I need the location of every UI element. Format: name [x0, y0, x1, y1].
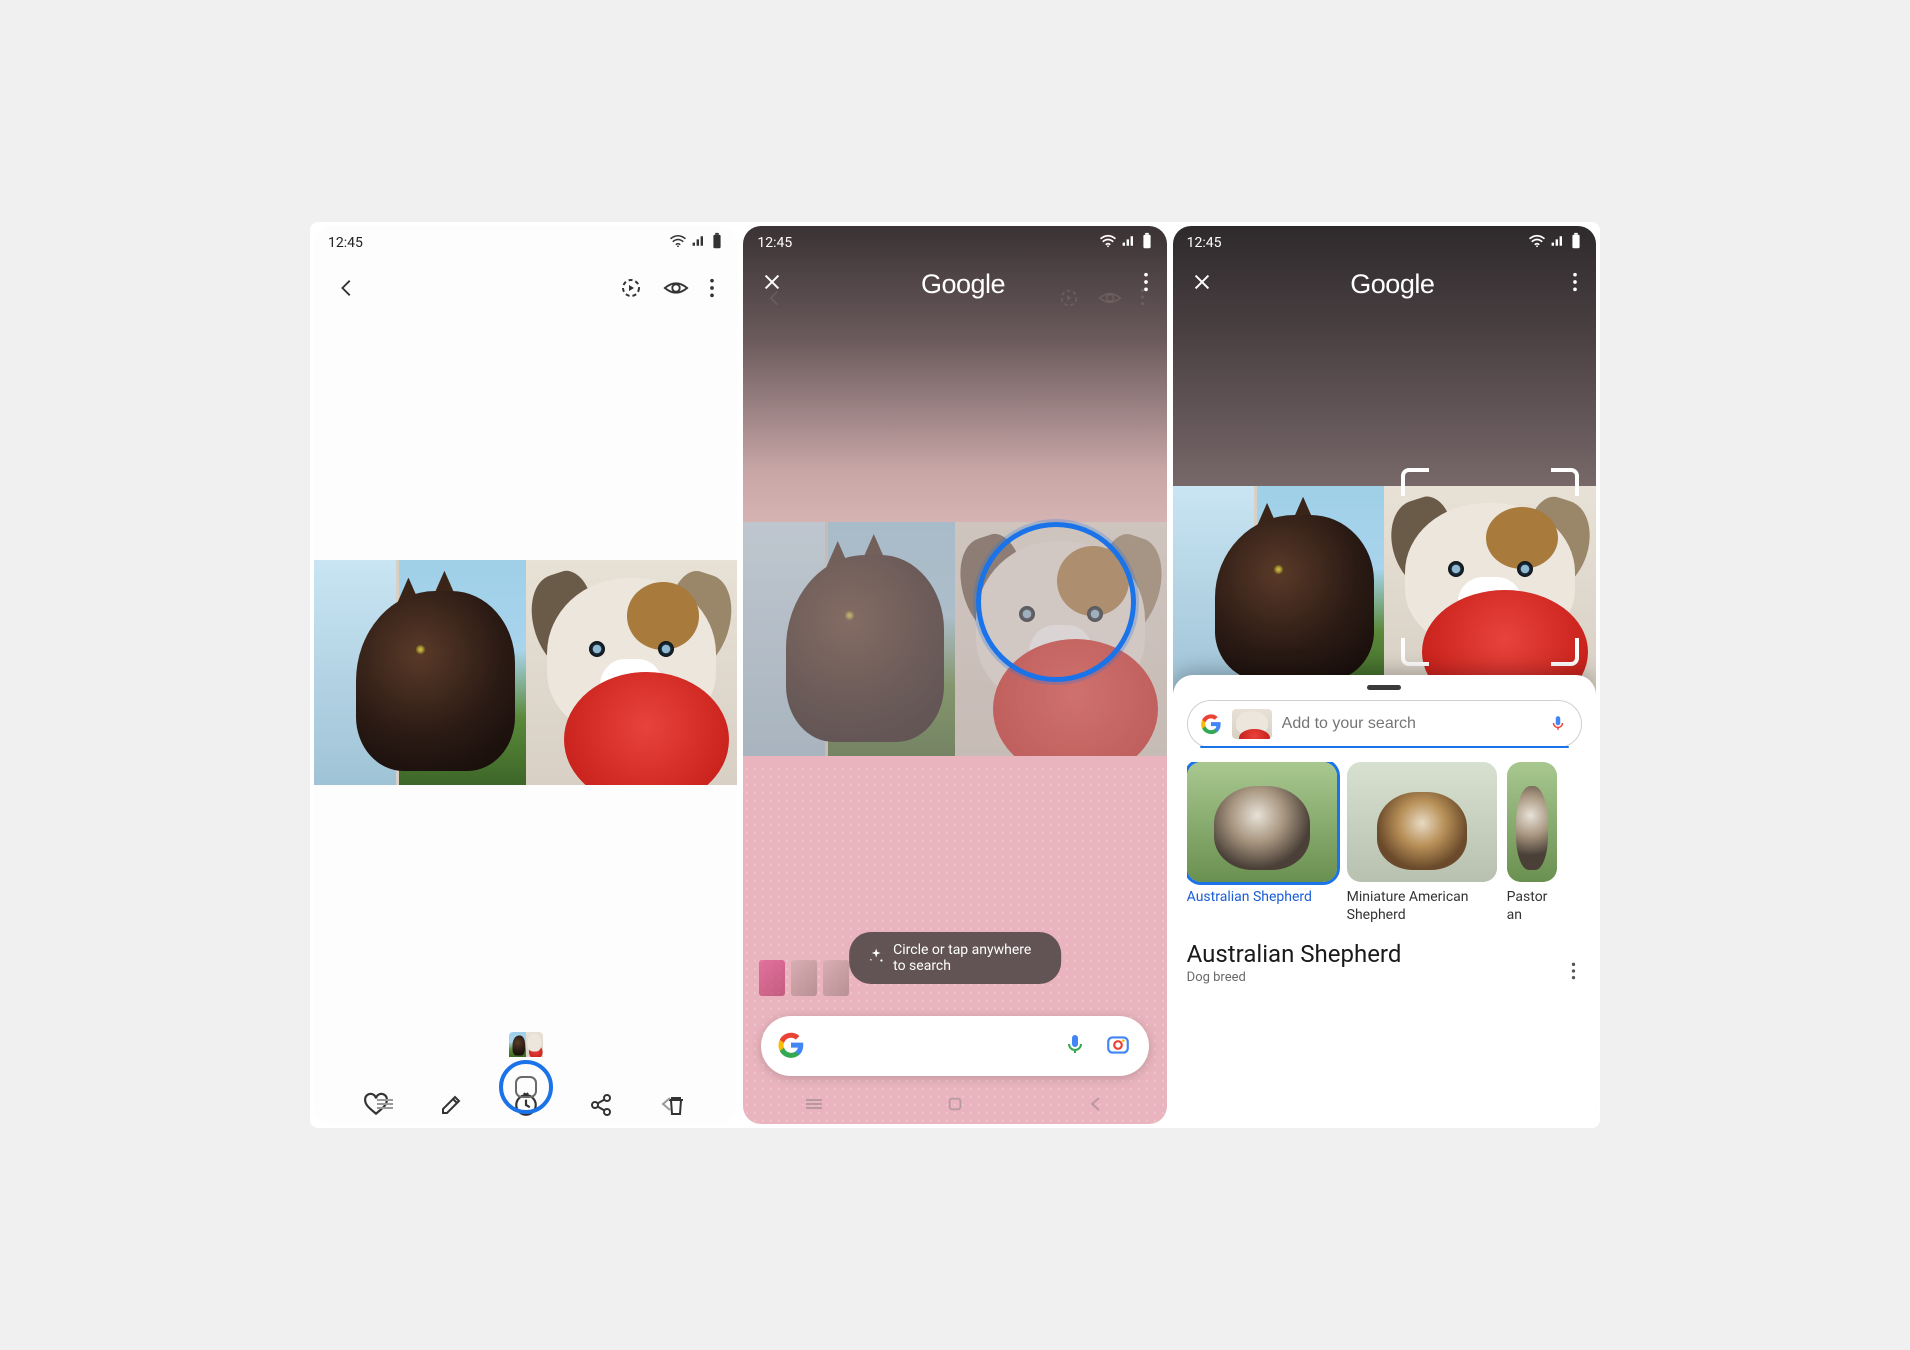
mic-icon[interactable] [1549, 714, 1569, 734]
nav-back-icon[interactable] [1081, 1096, 1111, 1112]
motion-photo-icon[interactable] [619, 276, 643, 304]
panel-search-results: 12:45 Google [1173, 226, 1596, 1124]
knowledge-panel-header[interactable]: Australian Shepherd Dog breed [1187, 940, 1582, 985]
status-time: 12:45 [328, 235, 363, 251]
signal-icon [691, 234, 707, 252]
battery-icon [711, 232, 723, 254]
signal-icon [1550, 234, 1566, 252]
nav-gesture-bar [743, 1088, 1166, 1120]
photo-viewport[interactable] [314, 320, 737, 1024]
crop-frame[interactable] [1401, 468, 1579, 666]
hint-text: Circle or tap anywhere to search [893, 942, 1043, 974]
more-icon[interactable] [1572, 271, 1578, 297]
nav-recents-icon[interactable] [370, 1097, 400, 1111]
eye-icon[interactable] [663, 276, 689, 304]
photo-cat [314, 560, 526, 785]
google-logo: Google [921, 269, 1005, 300]
more-icon[interactable] [1571, 961, 1576, 985]
close-icon[interactable] [761, 271, 783, 297]
hint-toast: Circle or tap anywhere to search [849, 932, 1061, 984]
topic-subtitle: Dog breed [1187, 970, 1402, 985]
battery-icon [1141, 232, 1153, 254]
signal-icon [1121, 234, 1137, 252]
nav-back-icon[interactable] [652, 1096, 682, 1112]
battery-icon [1570, 232, 1582, 254]
wifi-icon [1099, 234, 1117, 252]
lens-icon[interactable] [1105, 1032, 1133, 1060]
search-input[interactable] [1282, 715, 1539, 733]
status-bar: 12:45 [743, 226, 1166, 260]
status-time: 12:45 [757, 235, 792, 251]
status-time: 12:45 [1187, 235, 1222, 251]
selection-circle[interactable] [976, 522, 1136, 682]
topic-title: Australian Shepherd [1187, 940, 1402, 968]
status-bar: 12:45 [1173, 226, 1596, 260]
panel-gallery-viewer: 12:45 [314, 226, 737, 1124]
panel-circle-to-search: 12:45 Google [743, 226, 1166, 1124]
close-icon[interactable] [1191, 271, 1213, 297]
google-logo: Google [1350, 269, 1434, 300]
status-icons [1099, 232, 1153, 254]
photo-dog [526, 560, 738, 785]
status-bar: 12:45 [314, 226, 737, 260]
result-label: Miniature American Shepherd [1347, 888, 1497, 924]
wifi-icon [1528, 234, 1546, 252]
google-g-icon [1200, 713, 1222, 735]
overlay-header: Google [743, 262, 1166, 306]
nav-home-icon[interactable] [940, 1095, 970, 1113]
google-g-icon [777, 1031, 807, 1061]
overlay-header: Google [1173, 262, 1596, 306]
result-card[interactable]: Pastor an [1507, 762, 1557, 924]
viewer-top-bar [314, 260, 737, 320]
search-thumbnail [1232, 709, 1272, 739]
underlying-filmstrip [759, 960, 849, 996]
visual-results-row[interactable]: Australian Shepherd Miniature American S… [1187, 762, 1582, 924]
result-label: Pastor an [1507, 888, 1557, 924]
status-icons [669, 232, 723, 254]
results-bottom-sheet[interactable]: Australian Shepherd Miniature American S… [1173, 675, 1596, 1124]
status-icons [1528, 232, 1582, 254]
nav-recents-icon[interactable] [799, 1097, 829, 1111]
wifi-icon [669, 234, 687, 252]
google-search-bar[interactable] [761, 1016, 1148, 1076]
back-button[interactable] [336, 277, 358, 303]
mic-icon[interactable] [1063, 1032, 1091, 1060]
result-label: Australian Shepherd [1187, 888, 1337, 906]
home-icon [515, 1076, 537, 1098]
sparkle-icon [867, 947, 885, 969]
home-indicator-ring[interactable] [499, 1060, 553, 1114]
add-to-search-bar[interactable] [1187, 700, 1582, 748]
sheet-handle[interactable] [1367, 685, 1401, 690]
more-icon[interactable] [1143, 271, 1149, 297]
result-card[interactable]: Australian Shepherd [1187, 762, 1337, 924]
result-card[interactable]: Miniature American Shepherd [1347, 762, 1497, 924]
more-icon[interactable] [709, 277, 715, 303]
